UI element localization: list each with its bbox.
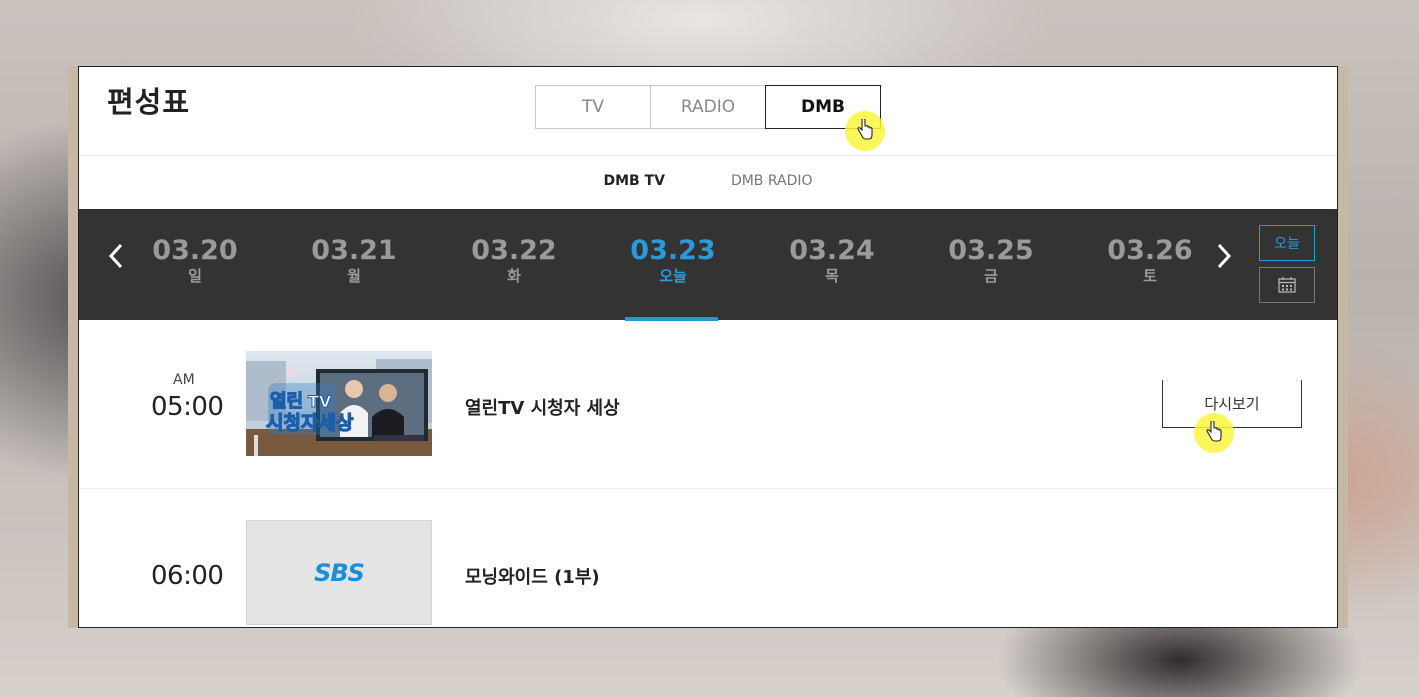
program-time: 06:00 bbox=[151, 561, 224, 591]
date-selector: 03.20 일 03.21 월 03.22 화 03.23 오늘 03.24 목… bbox=[79, 209, 1337, 321]
program-title[interactable]: 모닝와이드 (1부) bbox=[465, 563, 600, 589]
weekday-label: 오늘 bbox=[659, 267, 687, 285]
chevron-left-icon[interactable] bbox=[107, 241, 125, 277]
tab-tv[interactable]: TV bbox=[535, 85, 651, 129]
chevron-right-icon[interactable] bbox=[1215, 241, 1233, 277]
weekday-label: 목 bbox=[825, 267, 839, 285]
date-label: 03.24 bbox=[789, 235, 875, 266]
date-item[interactable]: 03.20 일 bbox=[135, 235, 255, 286]
weekday-label: 일 bbox=[188, 267, 202, 285]
weekday-label: 화 bbox=[507, 267, 521, 285]
subtab-dmb-tv[interactable]: DMB TV bbox=[603, 173, 664, 189]
date-item[interactable]: 03.21 월 bbox=[294, 235, 414, 286]
program-title[interactable]: 열린TV 시청자 세상 bbox=[465, 394, 620, 420]
schedule-panel: 편성표 TV RADIO DMB DMB TV DMB RADIO 03.20 … bbox=[78, 66, 1338, 628]
page-title: 편성표 bbox=[107, 85, 191, 119]
pointer-cursor-icon bbox=[1194, 413, 1234, 453]
weekday-label: 토 bbox=[1143, 267, 1157, 285]
program-row: AM 05:00 열린 TV 시청자세상 열린TV 시청자 세상 다시보기 bbox=[79, 320, 1337, 489]
calendar-icon bbox=[1278, 277, 1296, 293]
header-divider bbox=[79, 155, 1337, 156]
program-time: 05:00 bbox=[151, 392, 224, 422]
tab-radio[interactable]: RADIO bbox=[650, 85, 766, 129]
sub-tabs: DMB TV DMB RADIO bbox=[79, 173, 1337, 189]
replay-button[interactable]: 다시보기 bbox=[1162, 380, 1302, 428]
date-item-today[interactable]: 03.23 오늘 bbox=[613, 235, 733, 286]
subtab-dmb-radio[interactable]: DMB RADIO bbox=[731, 173, 813, 189]
date-label: 03.21 bbox=[311, 235, 397, 266]
date-label: 03.26 bbox=[1107, 235, 1193, 266]
calendar-button[interactable] bbox=[1259, 267, 1315, 303]
media-tabs: TV RADIO DMB bbox=[535, 85, 881, 129]
weekday-label: 금 bbox=[984, 267, 998, 285]
date-item[interactable]: 03.26 토 bbox=[1090, 235, 1210, 286]
svg-text:열린: 열린 bbox=[270, 391, 303, 412]
program-thumbnail-placeholder[interactable]: SBS bbox=[246, 520, 432, 625]
date-item[interactable]: 03.24 목 bbox=[772, 235, 892, 286]
sbs-logo: SBS bbox=[314, 558, 365, 587]
date-label: 03.23 bbox=[630, 235, 716, 266]
svg-text:시청자세상: 시청자세상 bbox=[266, 412, 354, 434]
program-thumbnail-image[interactable]: 열린 TV 시청자세상 bbox=[246, 351, 432, 456]
program-row: 06:00 SBS 모닝와이드 (1부) bbox=[79, 489, 1337, 627]
date-label: 03.22 bbox=[471, 235, 557, 266]
pointer-cursor-icon bbox=[845, 111, 885, 151]
date-label: 03.25 bbox=[948, 235, 1034, 266]
date-item[interactable]: 03.22 화 bbox=[454, 235, 574, 286]
date-item[interactable]: 03.25 금 bbox=[931, 235, 1051, 286]
date-label: 03.20 bbox=[152, 235, 238, 266]
ampm-label: AM bbox=[173, 372, 195, 388]
weekday-label: 월 bbox=[347, 267, 361, 285]
svg-text:TV: TV bbox=[308, 392, 332, 411]
today-button[interactable]: 오늘 bbox=[1259, 225, 1315, 261]
